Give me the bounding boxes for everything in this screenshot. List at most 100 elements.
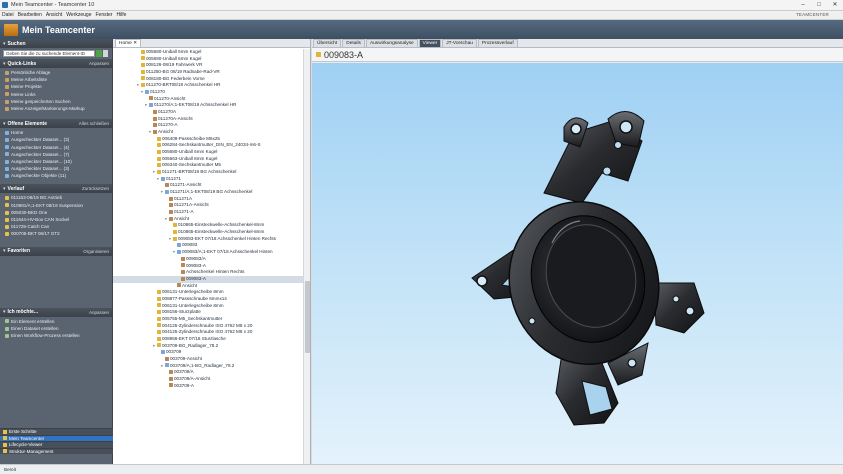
tree-scrollbar[interactable]	[303, 49, 310, 464]
tree-node[interactable]: Achsschenkel Hinten Rechts	[113, 269, 303, 276]
viewer-tab[interactable]: Prozessverlauf	[477, 39, 518, 47]
minimize-button[interactable]: –	[795, 0, 811, 11]
tree-node[interactable]: 011271-Ansicht	[113, 182, 303, 189]
open-item[interactable]: Ausgecheckter Dataset... (3)	[5, 136, 109, 143]
history-section-header[interactable]: ▾ Verlauf Zurücksetzen	[0, 184, 112, 194]
tree-node[interactable]: ▾ 011270-BRT08/19 Achsschenkel HR	[113, 82, 303, 89]
viewer-tab[interactable]: JT-Vorschau	[442, 39, 477, 47]
search-input[interactable]: Geben Sie die zu suchende Element-ID	[3, 50, 95, 57]
search-options-dropdown[interactable]	[103, 50, 108, 57]
tree-node[interactable]: ▾ 011270	[113, 89, 303, 96]
search-section-header[interactable]: ▾ Suchen	[0, 39, 112, 48]
menu-fenster[interactable]: Fenster	[95, 12, 112, 18]
history-item[interactable]: 000705-BKT 06/17 GT2	[5, 230, 109, 237]
menu-werkzeuge[interactable]: Werkzeuge	[66, 12, 91, 18]
search-go-button[interactable]	[96, 50, 102, 57]
menu-ansicht[interactable]: Ansicht	[46, 12, 62, 18]
tree-node[interactable]: 005680-Uniball 6mm Kugel	[113, 49, 303, 56]
tree-node[interactable]: 011270A-Ansicht	[113, 116, 303, 123]
tree-node[interactable]: 011271A	[113, 196, 303, 203]
open-item[interactable]: Ausgecheckter Dataset... (7)	[5, 151, 109, 158]
tree-node[interactable]: 004125-Zylinderschraube ISO 4762 M8 x 20	[113, 323, 303, 330]
tree-node[interactable]: 006409-Passscheibe M6x25	[113, 136, 303, 143]
menu-datei[interactable]: Datei	[2, 12, 14, 18]
viewer-tab[interactable]: Viewer	[418, 39, 442, 47]
open-item[interactable]: Home	[5, 129, 109, 136]
tree-node[interactable]: 005663-Uniball 8mm Kugel	[113, 156, 303, 163]
tree-node[interactable]: 009083	[113, 242, 303, 249]
tree-node[interactable]: 006131-Unterlegscheibe 8mm	[113, 289, 303, 296]
history-item[interactable]: 005030-BKD One	[5, 209, 109, 216]
app-structure-manager[interactable]: Struktur-Management	[0, 447, 113, 454]
iwant-item[interactable]: Einen Workflow-Prozess erstellen	[5, 332, 109, 339]
tree-node[interactable]: ▾ 003709-BG_Radlager_78.2	[113, 343, 303, 350]
tree-node[interactable]: 004125-Zylinderschraube ISO 4762 M8 x 20	[113, 329, 303, 336]
tree-node[interactable]: 009083/A	[113, 256, 303, 263]
tree-node[interactable]: 006284-Sechskantmutter_DIN_EN_24034-m6-S	[113, 142, 303, 149]
tree-node[interactable]: 003709/A-Ansicht	[113, 376, 303, 383]
open-item[interactable]: Ausgecheckter Dataset... (4)	[5, 144, 109, 151]
tree-node[interactable]: 008180-BG Federbein Vorne	[113, 76, 303, 83]
iwant-item[interactable]: Ein Element erstellen	[5, 318, 109, 325]
tree-node[interactable]: 003709	[113, 349, 303, 356]
tree-node[interactable]: 005680-Uniball 6mm Kugel	[113, 149, 303, 156]
viewer-tab[interactable]: Übersicht	[313, 39, 342, 47]
tree-node[interactable]: 009083-A	[113, 263, 303, 270]
quicklinks-item[interactable]: Meine Arbeitsliste	[5, 76, 109, 83]
viewer-tab[interactable]: Details	[342, 39, 365, 47]
maximize-button[interactable]: □	[811, 0, 827, 11]
tree-node[interactable]: 006340-Sechskantmutter M5	[113, 162, 303, 169]
tree-scrollbar-thumb[interactable]	[305, 281, 310, 353]
tree-node[interactable]: ▾ 011270/A;1-EKT08/19 Achsschenkel HR	[113, 102, 303, 109]
tree-node[interactable]: ▾ Ansicht	[113, 216, 303, 223]
iwant-customize-link[interactable]: Anpassen	[89, 310, 109, 315]
tree-node[interactable]: 011270-A	[113, 122, 303, 129]
tree-node[interactable]: 003709-Ansicht	[113, 356, 303, 363]
tree-node[interactable]: 010865-Einsteckwelle-Achsschenkel-8mm	[113, 229, 303, 236]
tree-node[interactable]: 009083-A	[113, 275, 303, 283]
open-items-section-header[interactable]: ▾ Offene Elemente Alles schließen	[0, 119, 112, 129]
tree-node[interactable]: 003709-A	[113, 383, 303, 390]
tree-node[interactable]: 008126-08/19 Fahrwerk VR	[113, 62, 303, 69]
tree-node[interactable]: 008156-Sturzplatte	[113, 309, 303, 316]
menu-hilfe[interactable]: Hilfe	[116, 12, 126, 18]
tree-node[interactable]: 005755-M5_Sechskantmutter	[113, 316, 303, 323]
tree-node[interactable]: 011271-A	[113, 209, 303, 216]
favorites-organize-link[interactable]: Organisieren	[83, 249, 109, 254]
tree-node[interactable]: ▾ Ansicht	[113, 129, 303, 136]
viewer-tab[interactable]: Auswirkungsanalyse	[365, 39, 418, 47]
tree-node[interactable]: Ansicht	[113, 283, 303, 290]
history-reset-link[interactable]: Zurücksetzen	[82, 186, 109, 191]
quicklinks-item[interactable]: Meine gespeicherten Suchen	[5, 98, 109, 105]
tree-node[interactable]: 005680-Uniball 6mm Kugel	[113, 56, 303, 63]
tree-node[interactable]: ▾ 009083-EKT 07/18 Achsschenkel Hinten Re…	[113, 236, 303, 243]
tree-node[interactable]: 010865-Einsteckwelle-Achsschenkel-8mm	[113, 222, 303, 229]
quicklinks-item[interactable]: Persönliche Ablage	[5, 69, 109, 76]
iwant-item[interactable]: Einen Dataset erstellen	[5, 325, 109, 332]
close-all-link[interactable]: Alles schließen	[79, 121, 109, 126]
tree-node[interactable]: 011270A	[113, 109, 303, 116]
open-item[interactable]: Ausgecheckter Dataset... (10)	[5, 158, 109, 165]
tree-node[interactable]: 011271A-Ansicht	[113, 202, 303, 209]
tree-node[interactable]: ▾ 011271/A;1-EKT08/19 BG Achsschenkel	[113, 189, 303, 196]
tree-node[interactable]: 011250-BG 08/19 Radnabe-Rad-VR	[113, 69, 303, 76]
tree-node[interactable]: 011270-Ansicht	[113, 96, 303, 103]
quicklinks-item[interactable]: Meine Projekte	[5, 83, 109, 90]
3d-viewport[interactable]	[312, 63, 843, 464]
iwant-section-header[interactable]: ▾ Ich möchte... Anpassen	[0, 307, 112, 317]
quicklinks-item[interactable]: Meine Anzeige/Markierungs-Markup	[5, 105, 109, 112]
quicklinks-customize-link[interactable]: Anpassen	[89, 61, 109, 66]
open-item[interactable]: Ausgecheckte Objekte (11)	[5, 172, 109, 179]
tree-node[interactable]: ▾ 009083/A;1-EKT 07/18 Achsschenkel Hinte…	[113, 249, 303, 256]
tree-node[interactable]: ▾ 011271	[113, 176, 303, 183]
tree-node[interactable]: 006131-Unterlegscheibe 8mm	[113, 303, 303, 310]
quicklinks-section-header[interactable]: ▾ Quick-Links Anpassen	[0, 59, 112, 68]
close-button[interactable]: ✕	[827, 0, 843, 11]
tab-home[interactable]: Home ✕	[115, 39, 142, 47]
quicklinks-item[interactable]: Meine Links	[5, 91, 109, 98]
history-item[interactable]: 011725-Catch Can	[5, 223, 109, 230]
menu-bearbeiten[interactable]: Bearbeiten	[18, 12, 42, 18]
tree-node[interactable]: 008956-EKT 07/18 Sturzlasche	[113, 336, 303, 343]
tree-node[interactable]: ▾ 003709/A;1-BG_Radlager_78.2	[113, 363, 303, 370]
tree-node[interactable]: 008877-Passschraube 6mmx14	[113, 296, 303, 303]
